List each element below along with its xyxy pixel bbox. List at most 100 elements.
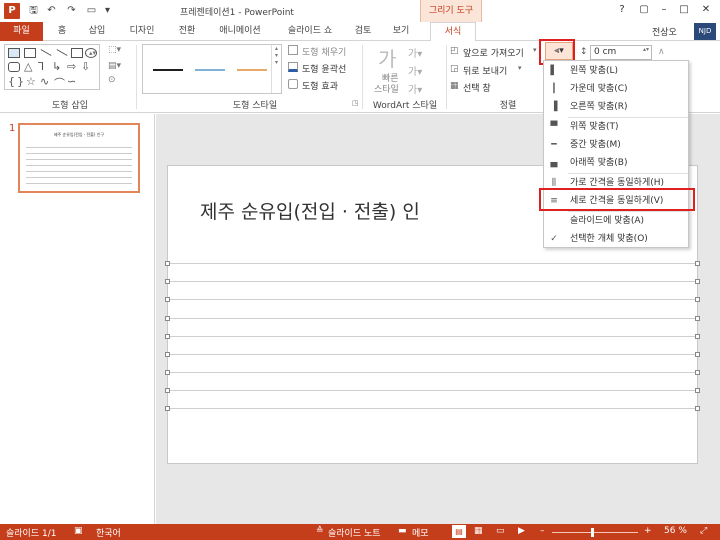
minimize-button[interactable]: –	[656, 3, 672, 17]
selection-pane-button[interactable]: 선택 창	[463, 81, 491, 94]
tab-file[interactable]: 파일	[0, 22, 43, 41]
send-backward-button[interactable]: 뒤로 보내기	[463, 64, 507, 77]
slide-thumbnail[interactable]: 제주 순유입(전입 - 전출) 인구	[18, 123, 140, 193]
selection-handle[interactable]	[695, 406, 700, 411]
selection-handle[interactable]	[165, 316, 170, 321]
horizontal-line[interactable]	[167, 336, 698, 337]
selection-handle[interactable]	[695, 352, 700, 357]
undo-icon[interactable]: ↶	[44, 3, 59, 18]
shape-outline-icon[interactable]	[288, 62, 298, 72]
menu-item-align-top[interactable]: ▀ 위쪽 맞춤(T)	[544, 118, 688, 136]
curly-brace-right-shape-icon[interactable]: }	[17, 75, 24, 88]
ribbon-display-button[interactable]: ▢	[636, 3, 652, 17]
text-outline-icon[interactable]: 가▾	[408, 63, 422, 78]
powerpoint-app-icon[interactable]: P	[4, 3, 20, 19]
horizontal-line[interactable]	[167, 299, 698, 300]
curly-brace-shape-icon[interactable]: {	[8, 75, 15, 88]
tab-home[interactable]: 홈	[50, 22, 74, 41]
rounded-rectangle-shape-icon[interactable]	[8, 62, 20, 72]
menu-item-align-left[interactable]: ▌ 왼쪽 맞춤(L)	[544, 62, 688, 80]
horizontal-line[interactable]	[167, 281, 698, 282]
bring-forward-button[interactable]: 앞으로 가져오기	[463, 46, 524, 59]
notes-icon[interactable]: ≙	[316, 526, 324, 536]
slideshow-view-icon[interactable]: ▶	[518, 526, 525, 536]
shape-outline-button[interactable]: 도형 윤곽선	[302, 62, 346, 75]
elbow-connector-shape-icon[interactable]: ⅂	[38, 60, 44, 73]
arrow-line-shape-icon[interactable]	[56, 49, 68, 56]
collapse-ribbon-icon[interactable]: ∧	[658, 47, 665, 57]
shape-fill-icon[interactable]	[288, 45, 298, 55]
customize-qat-icon[interactable]: ▾	[100, 3, 115, 18]
tab-animations[interactable]: 애니메이션	[210, 22, 270, 41]
selection-handle[interactable]	[695, 370, 700, 375]
selection-handle[interactable]	[165, 370, 170, 375]
chevron-down-icon[interactable]: ▾	[518, 64, 522, 72]
help-button[interactable]: ?	[614, 3, 630, 17]
shape-effects-icon[interactable]	[288, 79, 298, 89]
merge-shapes-icon[interactable]: ⊙	[108, 75, 116, 85]
selection-handle[interactable]	[695, 388, 700, 393]
down-arrow-shape-icon[interactable]: ⇩	[81, 60, 90, 73]
quick-styles-label-2[interactable]: 스타일	[374, 82, 399, 95]
selection-pane-icon[interactable]: ▦	[450, 81, 459, 91]
rectangle-shape-icon[interactable]	[71, 48, 83, 58]
user-name[interactable]: 전상오	[652, 25, 677, 38]
tab-slideshow[interactable]: 슬라이드 쇼	[278, 22, 342, 41]
textbox-icon[interactable]: ▤▾	[108, 61, 121, 71]
bring-forward-icon[interactable]: ◰	[450, 46, 459, 56]
selection-handle[interactable]	[165, 279, 170, 284]
selection-handle[interactable]	[165, 352, 170, 357]
selection-handle[interactable]	[695, 261, 700, 266]
gallery-more-icon[interactable]: ▴▾	[89, 49, 96, 57]
wave-shape-icon[interactable]: ∽	[67, 75, 76, 88]
selection-handle[interactable]	[165, 334, 170, 339]
vertical-textbox-shape-icon[interactable]	[24, 48, 36, 58]
selection-handle[interactable]	[695, 279, 700, 284]
selection-handle[interactable]	[165, 406, 170, 411]
menu-item-align-bottom[interactable]: ▄ 아래쪽 맞춤(B)	[544, 154, 688, 172]
menu-item-align-center[interactable]: ┃ 가운데 맞춤(C)	[544, 80, 688, 98]
spellcheck-icon[interactable]: ▣	[74, 526, 83, 536]
style-swatch-blue[interactable]	[195, 69, 225, 71]
triangle-shape-icon[interactable]: △	[24, 60, 32, 73]
horizontal-line[interactable]	[167, 263, 698, 264]
line-shape-icon[interactable]	[40, 49, 52, 56]
style-gallery-scroll[interactable]: ▴ ▾ ▾	[271, 45, 281, 93]
horizontal-line[interactable]	[167, 390, 698, 391]
selection-handle[interactable]	[165, 297, 170, 302]
shape-effects-button[interactable]: 도형 효과	[302, 79, 338, 92]
right-arrow-shape-icon[interactable]: ⇨	[67, 60, 76, 73]
menu-item-align-right[interactable]: ▐ 오른쪽 맞춤(R)	[544, 98, 688, 116]
text-fill-icon[interactable]: 가▾	[408, 45, 422, 60]
slide-sorter-icon[interactable]: ▦	[474, 526, 483, 536]
fit-to-window-icon[interactable]: ⤢	[700, 526, 707, 536]
zoom-out-icon[interactable]: –	[540, 526, 545, 536]
height-field[interactable]: 0 cm ▴▾	[590, 45, 652, 60]
shape-gallery[interactable]: △ ⅂ ↳ ⇨ ⇩ { } ☆ ∿ ⌒ ∽ ▴▾	[4, 44, 100, 90]
edit-shape-icon[interactable]: ⬚▾	[108, 45, 121, 55]
zoom-slider-thumb[interactable]	[591, 528, 594, 537]
dialog-launcher-icon[interactable]: ◳	[352, 99, 359, 107]
menu-item-align-middle[interactable]: ━ 중간 맞춤(M)	[544, 136, 688, 154]
tab-transitions[interactable]: 전환	[170, 22, 204, 41]
elbow-arrow-shape-icon[interactable]: ↳	[52, 60, 61, 73]
tab-review[interactable]: 검토	[348, 22, 378, 41]
notes-button[interactable]: 슬라이드 노트	[328, 526, 381, 539]
slide-title[interactable]: 제주 순유입(전입 · 전출) 인	[200, 197, 560, 224]
chevron-down-icon[interactable]: ▾	[533, 46, 537, 54]
tab-design[interactable]: 디자인	[120, 22, 164, 41]
horizontal-line[interactable]	[167, 372, 698, 373]
normal-view-icon[interactable]: ▤	[452, 525, 466, 538]
textbox-shape-icon[interactable]	[8, 48, 20, 58]
selection-handle[interactable]	[695, 297, 700, 302]
close-button[interactable]: ✕	[698, 3, 714, 17]
menu-item-align-selected-objects[interactable]: ✓ 선택한 개체 맞춤(O)	[544, 230, 688, 248]
quick-styles-icon[interactable]: 가	[378, 43, 396, 72]
spinner-icon[interactable]: ▴▾	[643, 46, 649, 53]
language-indicator[interactable]: 한국어	[96, 526, 121, 539]
selection-handle[interactable]	[695, 334, 700, 339]
horizontal-line[interactable]	[167, 354, 698, 355]
text-effects-icon[interactable]: 가▾	[408, 81, 422, 96]
star-shape-icon[interactable]: ☆	[26, 75, 36, 88]
horizontal-line[interactable]	[167, 408, 698, 409]
